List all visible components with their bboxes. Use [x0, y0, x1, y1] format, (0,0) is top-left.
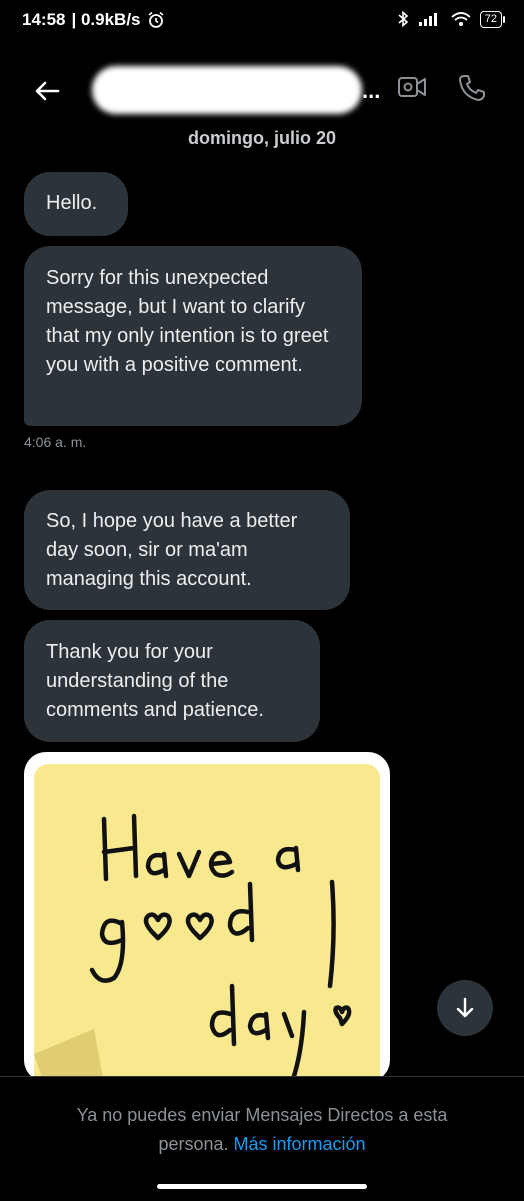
- contact-name-redacted[interactable]: [92, 66, 362, 114]
- arrow-down-icon: [456, 997, 474, 1018]
- date-separator: domingo, julio 20: [188, 128, 336, 148]
- status-speed: | 0.9kB/s: [71, 10, 141, 29]
- message-bubble[interactable]: Thank you for your understanding of the …: [24, 620, 320, 742]
- dm-disabled-notice: Ya no puedes enviar Mensajes Directos a …: [40, 1101, 484, 1159]
- message-timestamp: 4:06 a. m.: [24, 434, 87, 450]
- wifi-icon: [451, 12, 471, 26]
- handwritten-note-graphic: [34, 813, 352, 1082]
- message-bubble[interactable]: So, I hope you have a better day soon, s…: [24, 490, 350, 610]
- status-right: 72: [396, 10, 506, 28]
- status-left: 14:58 | 0.9kB/s: [22, 10, 165, 30]
- home-indicator[interactable]: [157, 1184, 367, 1189]
- dm-disabled-footer: Ya no puedes enviar Mensajes Directos a …: [0, 1076, 524, 1201]
- more-indicator: ...: [362, 78, 381, 103]
- status-time: 14:58: [22, 10, 66, 29]
- status-bar: 14:58 | 0.9kB/s 72: [0, 0, 524, 40]
- phone-call-icon[interactable]: [456, 72, 488, 104]
- sticky-note-image: [34, 764, 380, 1082]
- conversation-header: ...: [0, 52, 524, 132]
- video-call-icon[interactable]: [396, 72, 428, 102]
- bluetooth-icon: [398, 10, 408, 28]
- alarm-icon: [148, 11, 164, 28]
- back-arrow-icon[interactable]: [30, 74, 64, 108]
- learn-more-link[interactable]: Más información: [234, 1134, 366, 1154]
- photo-message[interactable]: [24, 752, 390, 1082]
- battery-icon: 72: [479, 10, 506, 28]
- message-bubble[interactable]: Sorry for this unexpected message, but I…: [24, 246, 362, 426]
- message-bubble[interactable]: Hello.: [24, 172, 128, 236]
- scroll-to-bottom-button[interactable]: [437, 980, 493, 1036]
- signal-icon: [418, 13, 437, 26]
